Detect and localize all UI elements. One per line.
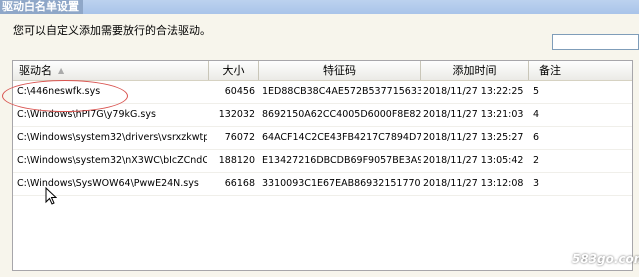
cell-size: 60456 [224,86,255,97]
cell-time: 2018/11/27 13:22:25 [423,86,524,97]
cell-hash: 1ED88CB38C4AE572B53771563349EC53 [262,86,421,97]
table-row[interactable]: C:\Windows\system32\nX3WC\bIcZCndC... 18… [13,150,632,173]
cell-size: 66168 [224,178,255,189]
table-row[interactable]: C:\446neswfk.sys 60456 1ED88CB38C4AE572B… [13,81,632,104]
description-text: 您可以自定义添加需要放行的合法驱动。 [13,24,211,37]
cell-time: 2018/11/27 13:05:42 [423,155,524,166]
cell-size: 188120 [218,155,255,166]
column-header-note[interactable]: 备注 [529,61,632,80]
cell-note: 6 [533,132,540,143]
cell-size: 76072 [224,132,255,143]
column-header-name[interactable]: 驱动名 ▲ [13,61,209,80]
table-row[interactable]: C:\Windows\system32\drivers\vsrxzkwtp...… [13,127,632,150]
cell-note: 5 [533,86,540,97]
sort-up-icon: ▲ [58,66,65,75]
cell-time: 2018/11/27 13:21:03 [423,109,524,120]
cell-note: 2 [533,155,540,166]
cell-hash: E13427216DBCDB69F9057BE3A9E8D2C7 [262,155,421,166]
cell-note: 4 [533,109,540,120]
search-input[interactable] [552,34,639,50]
column-header-time[interactable]: 添加时间 [421,61,529,80]
driver-table: 驱动名 ▲ 大小 特征码 添加时间 备注 C:\446neswfk.sys 604… [12,60,633,271]
column-header-size[interactable]: 大小 [209,61,259,80]
watermark: 583go.com [572,252,639,266]
cell-name: C:\Windows\SysWOW64\PwwE24N.sys [17,178,199,189]
cell-hash: 3310093C1E67EAB86932151770B3B9F0 [262,178,421,189]
window-title: 驱动白名单设置 [0,0,83,14]
cell-name: C:\Windows\system32\nX3WC\bIcZCndC... [17,155,207,166]
cell-hash: 8692150A62CC4005D6000F8E824FB9DC [262,109,421,120]
cell-name: C:\Windows\system32\drivers\vsrxzkwtp... [17,132,207,143]
cell-time: 2018/11/27 13:25:27 [423,132,524,143]
cell-time: 2018/11/27 13:12:08 [423,178,524,189]
table-header: 驱动名 ▲ 大小 特征码 添加时间 备注 [13,61,632,81]
cell-name: C:\Windows\hPI7G\y79kG.sys [17,109,156,120]
column-header-hash[interactable]: 特征码 [259,61,421,80]
table-row[interactable]: C:\Windows\SysWOW64\PwwE24N.sys 66168 33… [13,173,632,196]
cell-size: 132032 [218,109,255,120]
cell-note: 3 [533,178,540,189]
cell-name: C:\446neswfk.sys [17,86,101,97]
cell-hash: 64ACF14C2CE43FB4217C7894D768D402 [262,132,421,143]
title-bar: 驱动白名单设置 [0,0,639,14]
table-row[interactable]: C:\Windows\hPI7G\y79kG.sys 132032 869215… [13,104,632,127]
